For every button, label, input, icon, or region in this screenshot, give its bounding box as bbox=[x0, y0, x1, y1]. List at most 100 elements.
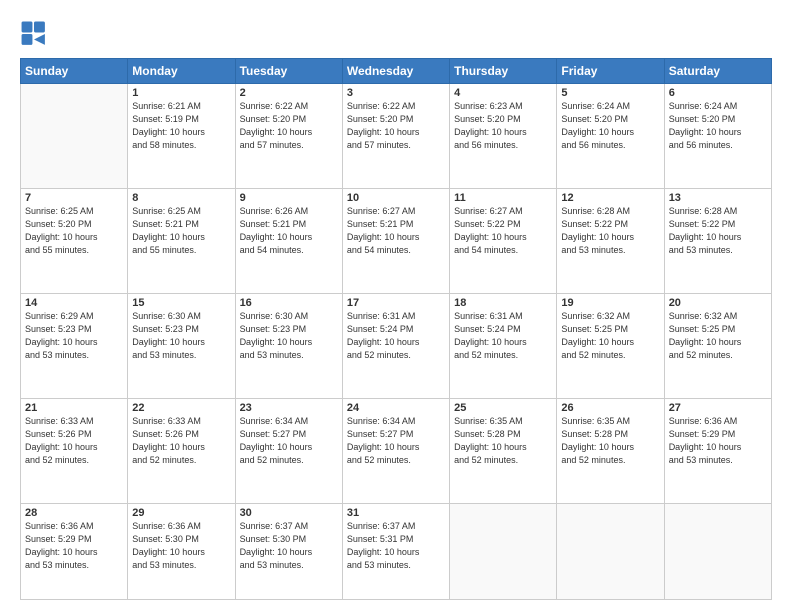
calendar-header-friday: Friday bbox=[557, 59, 664, 84]
calendar-header-thursday: Thursday bbox=[450, 59, 557, 84]
calendar-cell: 14Sunrise: 6:29 AM Sunset: 5:23 PM Dayli… bbox=[21, 293, 128, 398]
day-number: 24 bbox=[347, 402, 445, 414]
day-number: 18 bbox=[454, 297, 552, 309]
day-number: 10 bbox=[347, 192, 445, 204]
day-number: 19 bbox=[561, 297, 659, 309]
day-number: 6 bbox=[669, 87, 767, 99]
day-number: 29 bbox=[132, 507, 230, 519]
calendar-cell: 25Sunrise: 6:35 AM Sunset: 5:28 PM Dayli… bbox=[450, 398, 557, 503]
calendar-header-row: SundayMondayTuesdayWednesdayThursdayFrid… bbox=[21, 59, 772, 84]
calendar-cell: 15Sunrise: 6:30 AM Sunset: 5:23 PM Dayli… bbox=[128, 293, 235, 398]
calendar-header-wednesday: Wednesday bbox=[342, 59, 449, 84]
day-info: Sunrise: 6:24 AM Sunset: 5:20 PM Dayligh… bbox=[669, 100, 767, 152]
day-number: 15 bbox=[132, 297, 230, 309]
page: SundayMondayTuesdayWednesdayThursdayFrid… bbox=[0, 0, 792, 612]
calendar-cell: 18Sunrise: 6:31 AM Sunset: 5:24 PM Dayli… bbox=[450, 293, 557, 398]
day-number: 12 bbox=[561, 192, 659, 204]
calendar-cell: 29Sunrise: 6:36 AM Sunset: 5:30 PM Dayli… bbox=[128, 503, 235, 599]
day-info: Sunrise: 6:23 AM Sunset: 5:20 PM Dayligh… bbox=[454, 100, 552, 152]
day-info: Sunrise: 6:29 AM Sunset: 5:23 PM Dayligh… bbox=[25, 310, 123, 362]
calendar-cell bbox=[557, 503, 664, 599]
calendar-cell: 19Sunrise: 6:32 AM Sunset: 5:25 PM Dayli… bbox=[557, 293, 664, 398]
day-number: 23 bbox=[240, 402, 338, 414]
calendar-cell: 1Sunrise: 6:21 AM Sunset: 5:19 PM Daylig… bbox=[128, 84, 235, 189]
day-info: Sunrise: 6:27 AM Sunset: 5:22 PM Dayligh… bbox=[454, 205, 552, 257]
day-info: Sunrise: 6:36 AM Sunset: 5:29 PM Dayligh… bbox=[669, 415, 767, 467]
day-number: 13 bbox=[669, 192, 767, 204]
calendar-cell: 28Sunrise: 6:36 AM Sunset: 5:29 PM Dayli… bbox=[21, 503, 128, 599]
day-info: Sunrise: 6:27 AM Sunset: 5:21 PM Dayligh… bbox=[347, 205, 445, 257]
day-number: 1 bbox=[132, 87, 230, 99]
calendar-cell: 16Sunrise: 6:30 AM Sunset: 5:23 PM Dayli… bbox=[235, 293, 342, 398]
day-number: 17 bbox=[347, 297, 445, 309]
calendar-cell: 6Sunrise: 6:24 AM Sunset: 5:20 PM Daylig… bbox=[664, 84, 771, 189]
day-number: 28 bbox=[25, 507, 123, 519]
day-info: Sunrise: 6:37 AM Sunset: 5:31 PM Dayligh… bbox=[347, 520, 445, 572]
day-number: 30 bbox=[240, 507, 338, 519]
calendar-cell: 12Sunrise: 6:28 AM Sunset: 5:22 PM Dayli… bbox=[557, 188, 664, 293]
day-number: 5 bbox=[561, 87, 659, 99]
day-info: Sunrise: 6:32 AM Sunset: 5:25 PM Dayligh… bbox=[669, 310, 767, 362]
calendar-cell: 10Sunrise: 6:27 AM Sunset: 5:21 PM Dayli… bbox=[342, 188, 449, 293]
day-info: Sunrise: 6:32 AM Sunset: 5:25 PM Dayligh… bbox=[561, 310, 659, 362]
calendar-week-row: 21Sunrise: 6:33 AM Sunset: 5:26 PM Dayli… bbox=[21, 398, 772, 503]
day-number: 7 bbox=[25, 192, 123, 204]
calendar-cell: 17Sunrise: 6:31 AM Sunset: 5:24 PM Dayli… bbox=[342, 293, 449, 398]
calendar-cell: 21Sunrise: 6:33 AM Sunset: 5:26 PM Dayli… bbox=[21, 398, 128, 503]
day-info: Sunrise: 6:33 AM Sunset: 5:26 PM Dayligh… bbox=[25, 415, 123, 467]
calendar-cell: 27Sunrise: 6:36 AM Sunset: 5:29 PM Dayli… bbox=[664, 398, 771, 503]
day-info: Sunrise: 6:30 AM Sunset: 5:23 PM Dayligh… bbox=[240, 310, 338, 362]
day-number: 8 bbox=[132, 192, 230, 204]
day-number: 14 bbox=[25, 297, 123, 309]
day-info: Sunrise: 6:36 AM Sunset: 5:29 PM Dayligh… bbox=[25, 520, 123, 572]
calendar-cell: 31Sunrise: 6:37 AM Sunset: 5:31 PM Dayli… bbox=[342, 503, 449, 599]
calendar-cell: 7Sunrise: 6:25 AM Sunset: 5:20 PM Daylig… bbox=[21, 188, 128, 293]
day-number: 4 bbox=[454, 87, 552, 99]
calendar-week-row: 7Sunrise: 6:25 AM Sunset: 5:20 PM Daylig… bbox=[21, 188, 772, 293]
day-info: Sunrise: 6:24 AM Sunset: 5:20 PM Dayligh… bbox=[561, 100, 659, 152]
calendar-cell: 13Sunrise: 6:28 AM Sunset: 5:22 PM Dayli… bbox=[664, 188, 771, 293]
day-info: Sunrise: 6:21 AM Sunset: 5:19 PM Dayligh… bbox=[132, 100, 230, 152]
day-info: Sunrise: 6:26 AM Sunset: 5:21 PM Dayligh… bbox=[240, 205, 338, 257]
day-number: 9 bbox=[240, 192, 338, 204]
day-info: Sunrise: 6:31 AM Sunset: 5:24 PM Dayligh… bbox=[347, 310, 445, 362]
day-number: 3 bbox=[347, 87, 445, 99]
day-info: Sunrise: 6:34 AM Sunset: 5:27 PM Dayligh… bbox=[240, 415, 338, 467]
calendar-week-row: 28Sunrise: 6:36 AM Sunset: 5:29 PM Dayli… bbox=[21, 503, 772, 599]
calendar-cell bbox=[664, 503, 771, 599]
day-number: 22 bbox=[132, 402, 230, 414]
calendar-cell: 11Sunrise: 6:27 AM Sunset: 5:22 PM Dayli… bbox=[450, 188, 557, 293]
day-number: 25 bbox=[454, 402, 552, 414]
calendar-cell: 24Sunrise: 6:34 AM Sunset: 5:27 PM Dayli… bbox=[342, 398, 449, 503]
calendar-week-row: 14Sunrise: 6:29 AM Sunset: 5:23 PM Dayli… bbox=[21, 293, 772, 398]
calendar-cell: 4Sunrise: 6:23 AM Sunset: 5:20 PM Daylig… bbox=[450, 84, 557, 189]
calendar-header-sunday: Sunday bbox=[21, 59, 128, 84]
logo-icon bbox=[20, 20, 48, 48]
day-info: Sunrise: 6:34 AM Sunset: 5:27 PM Dayligh… bbox=[347, 415, 445, 467]
day-number: 26 bbox=[561, 402, 659, 414]
calendar-header-monday: Monday bbox=[128, 59, 235, 84]
day-number: 20 bbox=[669, 297, 767, 309]
day-info: Sunrise: 6:30 AM Sunset: 5:23 PM Dayligh… bbox=[132, 310, 230, 362]
day-info: Sunrise: 6:22 AM Sunset: 5:20 PM Dayligh… bbox=[240, 100, 338, 152]
calendar-cell bbox=[450, 503, 557, 599]
logo bbox=[20, 20, 50, 48]
calendar-cell: 26Sunrise: 6:35 AM Sunset: 5:28 PM Dayli… bbox=[557, 398, 664, 503]
calendar-week-row: 1Sunrise: 6:21 AM Sunset: 5:19 PM Daylig… bbox=[21, 84, 772, 189]
day-info: Sunrise: 6:28 AM Sunset: 5:22 PM Dayligh… bbox=[669, 205, 767, 257]
day-info: Sunrise: 6:31 AM Sunset: 5:24 PM Dayligh… bbox=[454, 310, 552, 362]
day-number: 11 bbox=[454, 192, 552, 204]
day-info: Sunrise: 6:25 AM Sunset: 5:20 PM Dayligh… bbox=[25, 205, 123, 257]
calendar-cell: 8Sunrise: 6:25 AM Sunset: 5:21 PM Daylig… bbox=[128, 188, 235, 293]
day-number: 21 bbox=[25, 402, 123, 414]
calendar-cell: 20Sunrise: 6:32 AM Sunset: 5:25 PM Dayli… bbox=[664, 293, 771, 398]
calendar-cell: 5Sunrise: 6:24 AM Sunset: 5:20 PM Daylig… bbox=[557, 84, 664, 189]
calendar-cell bbox=[21, 84, 128, 189]
day-info: Sunrise: 6:36 AM Sunset: 5:30 PM Dayligh… bbox=[132, 520, 230, 572]
day-info: Sunrise: 6:28 AM Sunset: 5:22 PM Dayligh… bbox=[561, 205, 659, 257]
day-info: Sunrise: 6:37 AM Sunset: 5:30 PM Dayligh… bbox=[240, 520, 338, 572]
calendar-cell: 22Sunrise: 6:33 AM Sunset: 5:26 PM Dayli… bbox=[128, 398, 235, 503]
calendar-header-saturday: Saturday bbox=[664, 59, 771, 84]
calendar-table: SundayMondayTuesdayWednesdayThursdayFrid… bbox=[20, 58, 772, 600]
header bbox=[20, 16, 772, 48]
